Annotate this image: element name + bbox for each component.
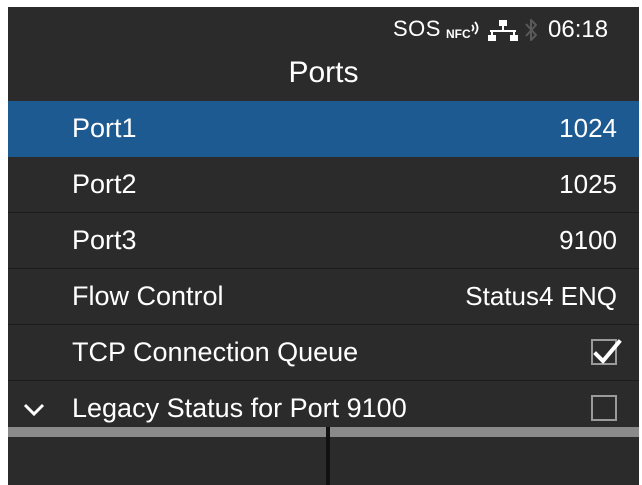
softkey-right-bar bbox=[330, 427, 639, 437]
printer-screen: SOS NFC 06:18 Ports Port1 1024 Port2 102… bbox=[8, 7, 639, 485]
page-title: Ports bbox=[288, 56, 359, 89]
checkmark-icon bbox=[593, 339, 622, 364]
menu-item-tcp-connection-queue[interactable]: TCP Connection Queue bbox=[8, 325, 639, 381]
bluetooth-icon bbox=[525, 19, 537, 41]
menu-item-label: Flow Control bbox=[72, 281, 224, 311]
menu-item-port1[interactable]: Port1 1024 bbox=[8, 101, 639, 157]
menu-item-value: 9100 bbox=[559, 225, 617, 255]
menu-item-label: Port1 bbox=[72, 113, 137, 143]
network-icon bbox=[488, 20, 518, 41]
menu-item-flow-control[interactable]: Flow Control Status4 ENQ bbox=[8, 269, 639, 325]
menu-item-label: Port3 bbox=[72, 225, 137, 255]
softkey-left-bar bbox=[8, 427, 326, 437]
menu-item-port3[interactable]: Port3 9100 bbox=[8, 213, 639, 269]
clock: 06:18 bbox=[548, 16, 609, 43]
menu-item-value: 1024 bbox=[559, 113, 617, 143]
svg-text:NFC: NFC bbox=[446, 27, 471, 41]
legacy-status-checkbox[interactable] bbox=[591, 395, 617, 421]
softkey-area bbox=[8, 427, 639, 485]
softkey-left[interactable] bbox=[8, 437, 326, 485]
menu-item-port2[interactable]: Port2 1025 bbox=[8, 157, 639, 213]
softkey-right[interactable] bbox=[330, 437, 639, 485]
softkey-divider bbox=[326, 427, 330, 485]
menu-item-label: Port2 bbox=[72, 169, 137, 199]
tcp-connection-queue-checkbox[interactable] bbox=[591, 339, 622, 365]
status-bar: SOS NFC 06:18 bbox=[8, 7, 639, 51]
settings-list: Port1 1024 Port2 1025 Port3 9100 Flow Co… bbox=[8, 101, 639, 437]
menu-item-value: Status4 ENQ bbox=[465, 281, 617, 311]
menu-item-label: TCP Connection Queue bbox=[72, 337, 359, 367]
sos-indicator: SOS bbox=[393, 16, 441, 41]
chevron-down-icon[interactable] bbox=[22, 399, 46, 419]
nfc-icon: NFC bbox=[446, 21, 479, 41]
menu-item-value: 1025 bbox=[559, 169, 617, 199]
